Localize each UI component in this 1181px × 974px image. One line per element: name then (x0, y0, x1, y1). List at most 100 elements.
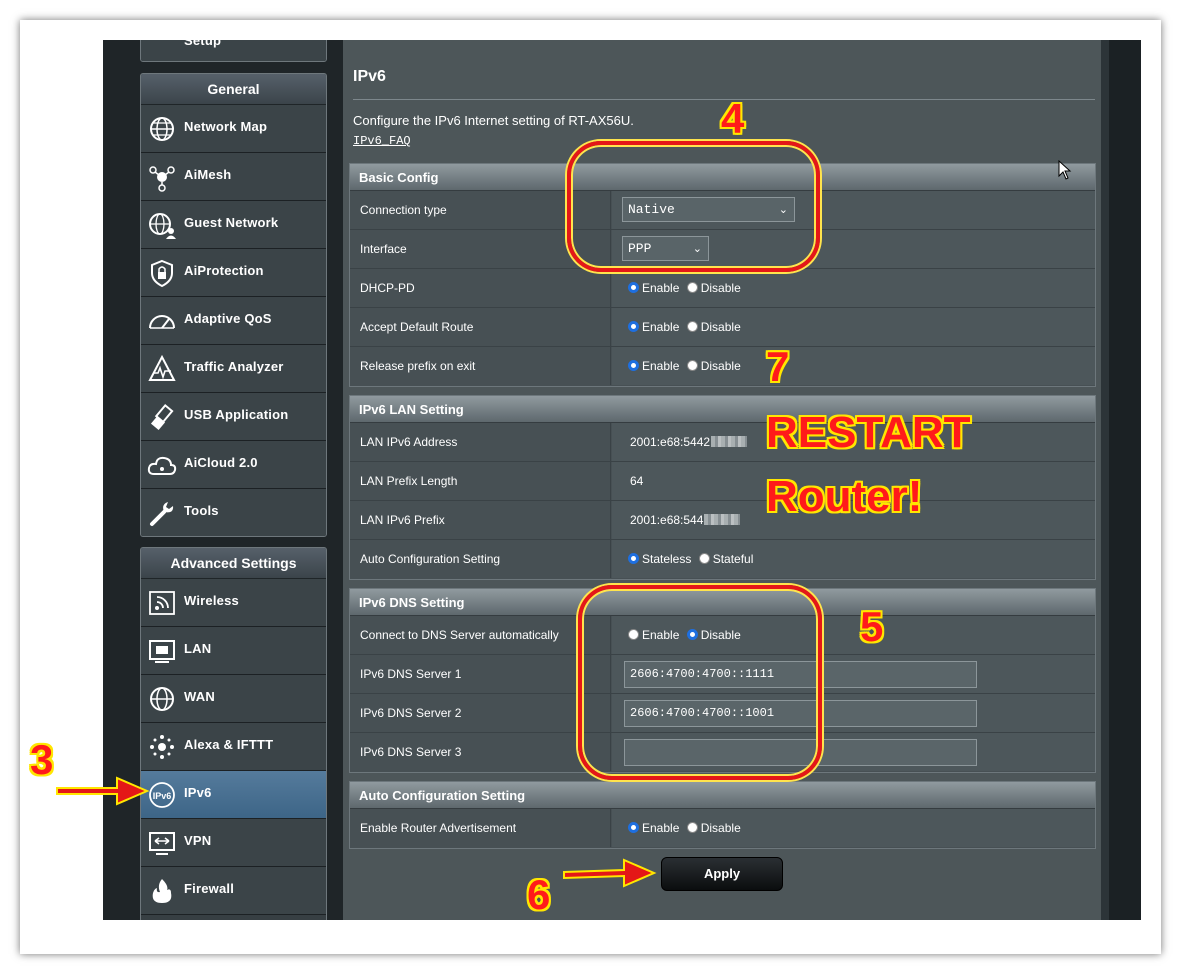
sidebar-item-lan[interactable]: LAN (141, 627, 326, 675)
sidebar-item-label: Adaptive QoS (184, 311, 272, 326)
accept-default-route-disable-radio[interactable]: Disable (686, 320, 741, 334)
sidebar-item-traffic-analyzer[interactable]: Traffic Analyzer (141, 345, 326, 393)
traffic-analyzer-icon (148, 354, 176, 381)
radio-label: Disable (700, 821, 741, 835)
sidebar-item-label: Alexa & IFTTT (184, 737, 274, 752)
advanced-settings-header: Advanced Settings (141, 548, 326, 579)
sidebar-item-wireless[interactable]: Wireless (141, 579, 326, 627)
sidebar-item-label: AiProtection (184, 263, 264, 278)
lan-prefix-length-value: 64 (630, 474, 644, 488)
address-text: 2001:e68:5442 (630, 435, 711, 449)
sidebar-item-tools[interactable]: Tools (141, 489, 326, 536)
dns-server-1-label: IPv6 DNS Server 1 (350, 655, 611, 693)
alexa-ifttt-icon (150, 735, 174, 759)
sidebar-item-label: Setup (184, 40, 222, 48)
auto-config-section: Auto Configuration Setting Enable Router… (349, 781, 1096, 849)
sidebar-item-label: AiMesh (184, 167, 232, 182)
annotation-step7: 7 (766, 343, 790, 390)
ipv6-faq-link[interactable]: IPv6_FAQ (353, 134, 411, 148)
apply-button[interactable]: Apply (661, 857, 783, 891)
router-advertisement-radio-group: Enable Disable (628, 821, 745, 835)
lan-ipv6-prefix-label: LAN IPv6 Prefix (350, 501, 611, 539)
radio-unselected-icon (686, 360, 698, 371)
sidebar-item-wan[interactable]: WAN (141, 675, 326, 723)
dhcp-pd-enable-radio[interactable]: Enable (628, 281, 679, 295)
stateful-radio[interactable]: Stateful (698, 552, 753, 566)
annotation-step6: 6 (527, 871, 551, 918)
release-prefix-row: Release prefix on exit Enable Disable (350, 347, 1095, 386)
sidebar-item-aimesh[interactable]: AiMesh (141, 153, 326, 201)
radio-label: Enable (642, 359, 680, 373)
annotation-step4: 4 (721, 95, 745, 142)
lan-prefix-length-row: LAN Prefix Length 64 (350, 462, 1095, 501)
sidebar-item-network-map[interactable]: Network Map (141, 105, 326, 153)
radio-selected-icon (628, 321, 639, 332)
sidebar-item-label: Wireless (184, 593, 239, 608)
radio-selected-icon (628, 360, 639, 371)
lan-icon (149, 640, 175, 663)
router-advertisement-label: Enable Router Advertisement (350, 809, 611, 847)
setup-menu-partial[interactable]: Setup (140, 40, 327, 62)
radio-label: Enable (642, 821, 680, 835)
mouse-cursor-icon (1058, 160, 1072, 180)
sidebar-item-setup[interactable]: Setup (141, 40, 326, 61)
dhcp-pd-disable-radio[interactable]: Disable (686, 281, 741, 295)
annotation-restart-text: RESTART (766, 408, 971, 457)
lan-setting-header: IPv6 LAN Setting (350, 396, 1095, 423)
release-prefix-disable-radio[interactable]: Disable (686, 359, 741, 373)
accept-default-route-enable-radio[interactable]: Enable (628, 320, 679, 334)
lan-ipv6-address-row: LAN IPv6 Address 2001:e68:5442 (350, 423, 1095, 462)
general-menu: General Network Map AiMesh Guest Network… (140, 73, 327, 537)
auto-config-header: Auto Configuration Setting (350, 782, 1095, 809)
annotation-ring-step5 (578, 585, 822, 780)
sidebar-item-firewall[interactable]: Firewall (141, 867, 326, 915)
sidebar-item-label: LAN (184, 641, 212, 656)
annotation-ring-step4 (567, 141, 820, 272)
router-advertisement-enable-radio[interactable]: Enable (628, 821, 679, 835)
annotation-arrow-step3 (56, 776, 150, 806)
router-advertisement-disable-radio[interactable]: Disable (686, 821, 741, 835)
aiprotection-icon (151, 259, 173, 288)
sidebar-item-label: AiCloud 2.0 (184, 455, 258, 470)
vpn-icon (149, 832, 175, 855)
accept-default-route-label: Accept Default Route (350, 308, 611, 346)
scrollbar-track[interactable] (1101, 40, 1109, 920)
dhcp-pd-label: DHCP-PD (350, 269, 611, 307)
auto-configuration-label: Auto Configuration Setting (350, 540, 611, 578)
sidebar-item-guest-network[interactable]: Guest Network (141, 201, 326, 249)
ipv6-icon: IPv6 (149, 782, 175, 808)
page-description: Configure the IPv6 Internet setting of R… (353, 113, 634, 128)
release-prefix-label: Release prefix on exit (350, 347, 611, 385)
firewall-icon (152, 879, 172, 903)
auto-configuration-radio-group: Stateless Stateful (628, 552, 757, 566)
sidebar-item-vpn[interactable]: VPN (141, 819, 326, 867)
radio-label: Enable (642, 281, 680, 295)
sidebar-item-aiprotection[interactable]: AiProtection (141, 249, 326, 297)
annotation-step3: 3 (30, 736, 54, 783)
sidebar-item-label: Firewall (184, 881, 235, 896)
aicloud-icon (147, 456, 177, 475)
accept-default-route-radio-group: Enable Disable (628, 320, 745, 334)
radio-unselected-icon (686, 822, 698, 833)
sidebar-item-alexa-ifttt[interactable]: Alexa & IFTTT (141, 723, 326, 771)
sidebar-item-adaptive-qos[interactable]: Adaptive QoS (141, 297, 326, 345)
sidebar-item-ipv6[interactable]: IPv6 IPv6 (141, 771, 326, 819)
dhcp-pd-radio-group: Enable Disable (628, 281, 745, 295)
sidebar-item-usb-application[interactable]: USB Application (141, 393, 326, 441)
lan-ipv6-address-value: 2001:e68:5442 (630, 435, 748, 449)
annotation-arrow-step6 (563, 858, 657, 888)
sidebar-item-label: WAN (184, 689, 215, 704)
sidebar-item-aicloud[interactable]: AiCloud 2.0 (141, 441, 326, 489)
stateless-radio[interactable]: Stateless (628, 552, 691, 566)
dns-server-2-label: IPv6 DNS Server 2 (350, 694, 611, 732)
radio-label: Disable (700, 281, 741, 295)
sidebar-item-label: Network Map (184, 119, 268, 134)
release-prefix-enable-radio[interactable]: Enable (628, 359, 679, 373)
radio-unselected-icon (686, 321, 698, 332)
right-scroll-area[interactable] (1101, 40, 1141, 920)
radio-unselected-icon (686, 282, 698, 293)
lan-ipv6-address-label: LAN IPv6 Address (350, 423, 611, 461)
advanced-settings-menu: Advanced Settings Wireless LAN WAN Alexa… (140, 547, 327, 920)
radio-label: Disable (700, 359, 741, 373)
radio-selected-icon (628, 822, 639, 833)
